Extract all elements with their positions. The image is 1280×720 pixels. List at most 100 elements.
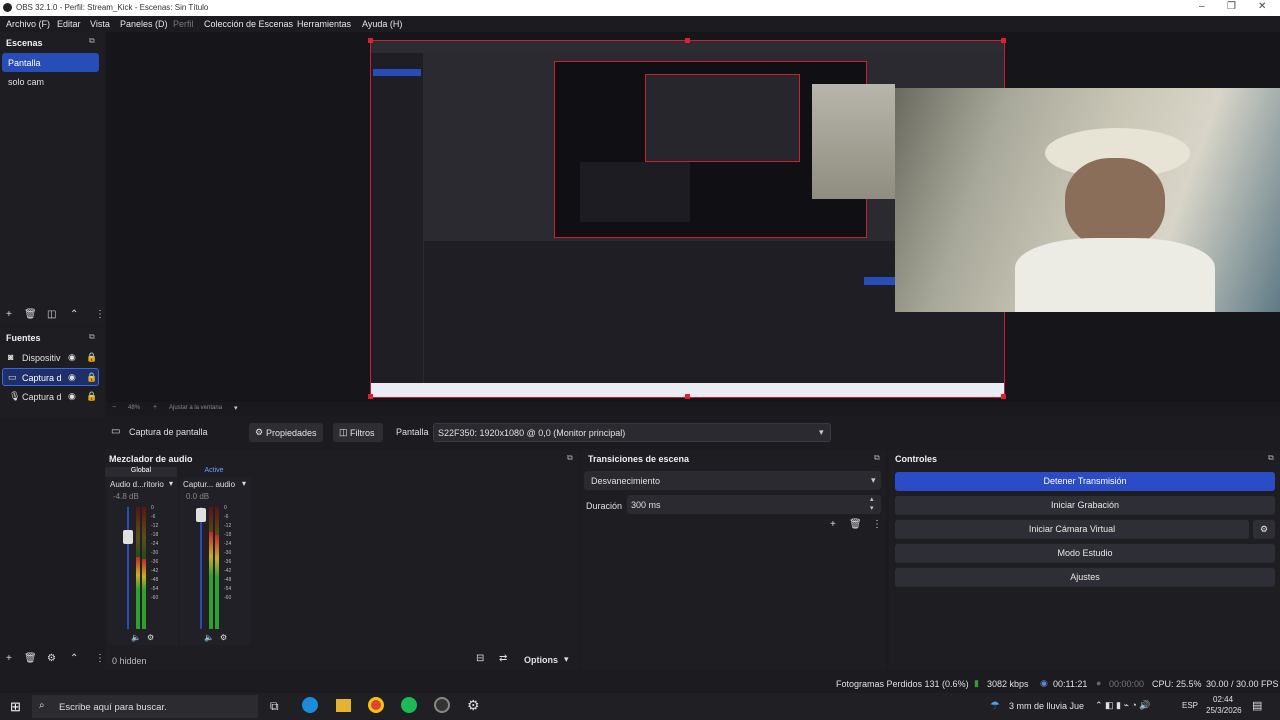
zoom-out-icon[interactable]: − xyxy=(112,404,116,411)
chevron-down-icon[interactable]: ▾ xyxy=(169,479,173,488)
options-button[interactable]: Options xyxy=(524,655,558,665)
start-recording-button[interactable]: Iniciar Grabación xyxy=(895,496,1275,515)
layout-icon[interactable]: ⊟ xyxy=(476,653,484,664)
link-icon[interactable]: ⇄ xyxy=(499,653,507,664)
start-virtual-camera-button[interactable]: Iniciar Cámara Virtual xyxy=(895,520,1249,539)
more-icon[interactable]: ⋮ xyxy=(95,309,105,320)
stepper-up-icon[interactable]: ▴ xyxy=(870,495,874,503)
source-item-captura-audio[interactable]: 🎙 Captura d ◉ 🔒 xyxy=(2,388,99,405)
settings-button[interactable]: Ajustes xyxy=(895,568,1275,587)
spotify-icon[interactable] xyxy=(401,697,417,713)
menu-archivo[interactable]: Archivo (F) xyxy=(6,19,50,29)
tray-icons[interactable]: ⌃ ◧ ▮ ⌁ ◔ 🔊 xyxy=(1095,700,1151,711)
volume-track[interactable] xyxy=(127,507,129,629)
status-bar: Fotogramas Perdidos 131 (0.6%) ▮ 3082 kb… xyxy=(0,676,1280,693)
add-transition-button[interactable]: + xyxy=(830,519,836,530)
windows-start-icon[interactable]: ⊞ xyxy=(10,699,21,715)
settings-icon[interactable]: ⚙ xyxy=(220,633,227,642)
tab-active[interactable]: Active xyxy=(178,467,250,477)
lock-icon[interactable]: 🔒 xyxy=(86,352,97,363)
settings-icon[interactable]: ⚙ xyxy=(147,633,154,642)
fit-window-label[interactable]: Ajustar a la ventana xyxy=(169,405,222,411)
eye-icon[interactable]: ◉ xyxy=(68,391,76,402)
undock-icon[interactable]: ⧉ xyxy=(89,36,95,46)
notification-icon[interactable]: ▤ xyxy=(1252,699,1262,712)
undock-icon[interactable]: ⧉ xyxy=(567,453,573,463)
maximize-button[interactable]: ❐ xyxy=(1227,1,1236,12)
volume-slider-handle[interactable] xyxy=(196,508,206,522)
close-button[interactable]: ✕ xyxy=(1258,1,1266,12)
chevron-down-icon[interactable]: ▾ xyxy=(242,479,246,488)
zoom-in-icon[interactable]: + xyxy=(153,404,157,411)
clock-time[interactable]: 02:44 xyxy=(1213,695,1233,704)
task-view-icon[interactable]: ⧉ xyxy=(270,699,279,714)
resize-handle[interactable] xyxy=(685,38,690,43)
studio-mode-button[interactable]: Modo Estudio xyxy=(895,544,1275,563)
add-source-button[interactable]: + xyxy=(6,653,12,664)
minimize-button[interactable]: – xyxy=(1199,1,1205,12)
menu-paneles[interactable]: Paneles (D) xyxy=(120,19,168,29)
remove-transition-button[interactable]: 🗑 xyxy=(849,519,862,530)
chrome-icon[interactable] xyxy=(368,697,384,713)
weather-text[interactable]: 3 mm de lluvia Jue xyxy=(1009,701,1084,711)
lock-icon[interactable]: 🔒 xyxy=(86,391,97,402)
speaker-icon[interactable]: 🔈 xyxy=(204,633,214,642)
scene-item-solo-cam[interactable]: solo cam xyxy=(8,77,44,87)
filters-button[interactable]: ◫ Filtros xyxy=(333,423,383,442)
tab-global[interactable]: Global xyxy=(105,467,177,477)
resize-handle[interactable] xyxy=(685,394,690,399)
menu-herramientas[interactable]: Herramientas xyxy=(297,19,351,29)
resize-handle[interactable] xyxy=(1001,38,1006,43)
resize-handle[interactable] xyxy=(1001,394,1006,399)
obs-icon[interactable] xyxy=(434,697,450,713)
transition-select[interactable]: Desvanecimiento ▾ xyxy=(584,471,881,490)
speaker-icon[interactable]: 🔈 xyxy=(131,633,141,642)
volume-track[interactable] xyxy=(200,507,202,629)
source-item-captura-pantalla[interactable]: ▭ Captura d ◉ 🔒 xyxy=(2,368,99,386)
menu-ayuda[interactable]: Ayuda (H) xyxy=(362,19,402,29)
channel-strip-capture: Captur... audio ▾ 0.0 dB 0 -6 -12 -18 -24 -30… xyxy=(180,477,251,645)
scene-filters-icon[interactable]: ◫ xyxy=(47,309,56,320)
display-select[interactable]: S22F350: 1920x1080 @ 0,0 (Monitor princi… xyxy=(433,423,831,442)
stop-streaming-button[interactable]: Detener Transmisión xyxy=(895,472,1275,491)
language-indicator[interactable]: ESP xyxy=(1182,701,1198,710)
undock-icon[interactable]: ⧉ xyxy=(89,332,95,342)
virtual-camera-settings-icon[interactable]: ⚙ xyxy=(1253,520,1275,539)
move-up-icon[interactable]: ⌃ xyxy=(70,653,78,664)
resize-handle[interactable] xyxy=(368,38,373,43)
clock-date[interactable]: 25/3/2026 xyxy=(1206,706,1242,715)
duration-input[interactable]: 300 ms ▴ ▾ xyxy=(627,495,881,514)
nested-mixer xyxy=(580,162,690,222)
volume-slider-handle[interactable] xyxy=(123,530,133,544)
tick-label: -60 xyxy=(151,595,159,601)
eye-icon[interactable]: ◉ xyxy=(68,352,76,363)
stepper-down-icon[interactable]: ▾ xyxy=(870,504,874,512)
tick-label: -12 xyxy=(224,523,232,529)
duration-value: 300 ms xyxy=(631,500,661,510)
resize-handle[interactable] xyxy=(368,394,373,399)
eye-icon[interactable]: ◉ xyxy=(68,372,76,383)
lock-icon[interactable]: 🔒 xyxy=(86,372,97,383)
gear-icon[interactable]: ⚙ xyxy=(47,653,56,664)
undock-icon[interactable]: ⧉ xyxy=(1268,453,1274,463)
remove-source-button[interactable]: 🗑 xyxy=(24,653,37,664)
menu-perfil[interactable]: Perfil xyxy=(173,19,194,29)
search-box[interactable]: ⌕ Escribe aquí para buscar. xyxy=(32,695,258,718)
edge-icon[interactable] xyxy=(302,697,318,713)
more-icon[interactable]: ⋮ xyxy=(872,519,882,530)
file-explorer-icon[interactable] xyxy=(336,699,351,712)
move-up-icon[interactable]: ⌃ xyxy=(70,309,78,320)
add-scene-button[interactable]: + xyxy=(6,309,12,320)
more-icon[interactable]: ⋮ xyxy=(95,653,105,664)
properties-button[interactable]: ⚙ Propiedades xyxy=(249,423,323,442)
scene-item-pantalla[interactable]: Pantalla xyxy=(2,53,99,72)
menu-coleccion-escenas[interactable]: Colección de Escenas xyxy=(204,19,293,29)
remove-scene-button[interactable]: 🗑 xyxy=(24,309,37,320)
menu-editar[interactable]: Editar xyxy=(57,19,81,29)
settings-gear-icon[interactable]: ⚙ xyxy=(467,697,480,714)
chevron-down-icon[interactable]: ▾ xyxy=(234,404,238,412)
menu-vista[interactable]: Vista xyxy=(90,19,110,29)
chevron-down-icon[interactable]: ▾ xyxy=(564,654,569,665)
undock-icon[interactable]: ⧉ xyxy=(874,453,880,463)
source-item-dispositivo[interactable]: ◙ Dispositiv ◉ 🔒 xyxy=(2,349,99,366)
